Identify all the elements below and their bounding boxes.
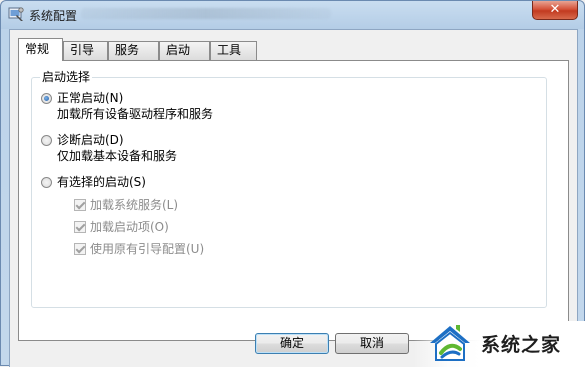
- tab-tools[interactable]: 工具: [210, 41, 257, 60]
- load-system-services-checkbox: [74, 199, 86, 211]
- group-legend: 启动选择: [40, 70, 93, 84]
- close-button[interactable]: ✕: [532, 1, 578, 20]
- ok-button[interactable]: 确定: [255, 333, 329, 354]
- tab-boot[interactable]: 引导: [63, 41, 108, 60]
- system-configuration-window: 系统配置 ✕ 常规 引导 服务 启动 工具 启动选择 正常启动(N) 加载所有设…: [0, 0, 585, 367]
- diagnostic-startup-description: 仅加载基本设备和服务: [57, 149, 178, 163]
- selective-startup-label[interactable]: 有选择的启动(S): [57, 175, 146, 190]
- msconfig-app-icon: [8, 7, 24, 21]
- house-logo-icon: [430, 325, 470, 361]
- tab-services[interactable]: 服务: [108, 41, 159, 60]
- cancel-button[interactable]: 取消: [335, 333, 409, 354]
- tab-general[interactable]: 常规: [18, 38, 63, 61]
- dialog-client-area: 常规 引导 服务 启动 工具 启动选择 正常启动(N) 加载所有设备驱动程序和服…: [9, 29, 578, 367]
- load-system-services-label: 加载系统服务(L): [90, 198, 179, 212]
- watermark: 系统之家: [413, 321, 585, 367]
- window-title: 系统配置: [29, 9, 78, 23]
- normal-startup-radio[interactable]: [41, 93, 52, 104]
- diagnostic-startup-radio[interactable]: [41, 135, 52, 146]
- load-startup-items-label: 加载启动项(O): [90, 220, 169, 234]
- blurred-title-region: [81, 8, 331, 19]
- normal-startup-description: 加载所有设备驱动程序和服务: [57, 107, 214, 121]
- use-original-boot-config-checkbox: [74, 243, 86, 255]
- tab-startup[interactable]: 启动: [159, 41, 210, 60]
- use-original-boot-config-label: 使用原有引导配置(U): [90, 242, 205, 256]
- selective-startup-radio[interactable]: [41, 177, 52, 188]
- watermark-text: 系统之家: [481, 334, 562, 356]
- title-bar[interactable]: 系统配置 ✕: [1, 1, 584, 27]
- general-tab-panel: 启动选择 正常启动(N) 加载所有设备驱动程序和服务 诊断启动(D) 仅加载基本…: [18, 60, 569, 341]
- diagnostic-startup-label[interactable]: 诊断启动(D): [57, 133, 124, 148]
- startup-selection-group: 启动选择 正常启动(N) 加载所有设备驱动程序和服务 诊断启动(D) 仅加载基本…: [31, 70, 547, 308]
- close-icon: ✕: [549, 2, 561, 17]
- normal-startup-label[interactable]: 正常启动(N): [57, 91, 123, 106]
- load-startup-items-checkbox: [74, 221, 86, 233]
